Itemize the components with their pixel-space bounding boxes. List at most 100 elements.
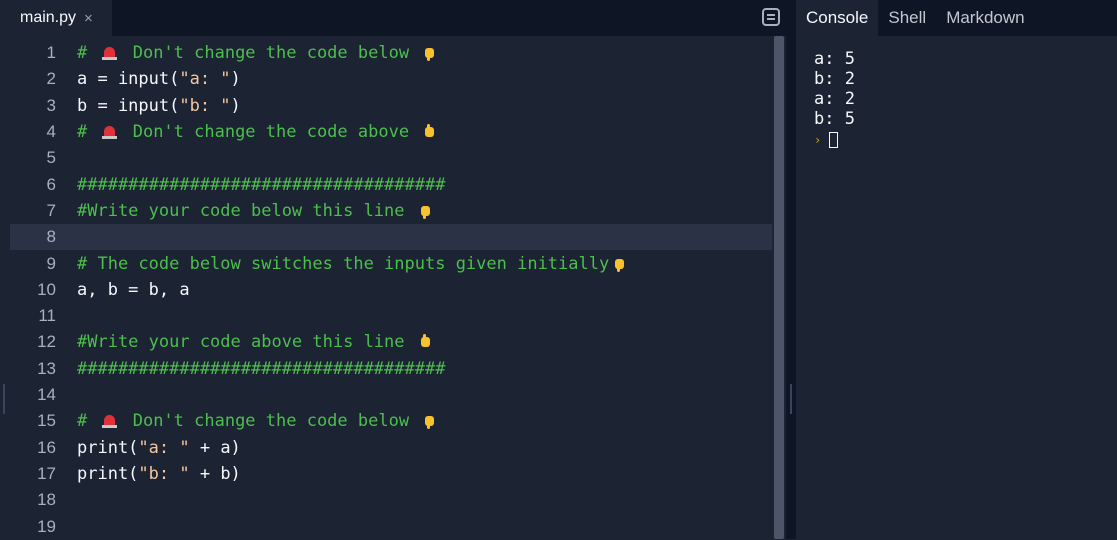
line-source: b = input("b: ") xyxy=(77,96,241,116)
line-source: # Don't change the code below xyxy=(77,43,439,63)
code-token: # xyxy=(77,411,98,432)
line-source: #################################### xyxy=(77,359,445,379)
code-line[interactable]: 18 xyxy=(10,487,772,513)
code-line[interactable]: 8 xyxy=(10,224,772,251)
line-number: 13 xyxy=(37,358,56,378)
code-token: a = input( xyxy=(77,69,180,90)
console-output-line: a: 5 xyxy=(814,49,855,69)
code-line[interactable]: 1 # Don't change the code below xyxy=(10,40,772,66)
code-line[interactable]: 9 # The code below switches the inputs gi… xyxy=(10,250,772,276)
line-number: 8 xyxy=(46,227,56,247)
line-number: 2 xyxy=(46,69,56,89)
line-number: 16 xyxy=(37,437,56,457)
line-source: # Don't change the code above xyxy=(77,122,439,142)
line-source: print("b: " + b) xyxy=(77,464,241,484)
tab-console[interactable]: Console xyxy=(796,0,879,36)
code-line[interactable]: 13 #################################### xyxy=(10,356,772,382)
code-line[interactable]: 11 xyxy=(10,303,772,329)
code-line[interactable]: 3 b = input("b: ") xyxy=(10,93,772,119)
line-source: #Write your code below this line xyxy=(77,201,435,221)
code-token: ) xyxy=(230,95,241,116)
console-cursor[interactable] xyxy=(829,132,839,148)
editor-tab-bar: main.py × xyxy=(10,0,786,36)
line-number: 17 xyxy=(37,463,56,483)
line-source: a = input("a: ") xyxy=(77,69,241,89)
code-token: + b) xyxy=(189,463,241,484)
close-icon[interactable]: × xyxy=(84,10,93,27)
code-line[interactable]: 12 #Write your code above this line xyxy=(10,329,772,355)
console-output[interactable]: a: 5 b: 2 a: 2 b: 5 › xyxy=(814,49,855,151)
line-number: 11 xyxy=(38,306,56,326)
code-line[interactable]: 10 a, b = b, a xyxy=(10,277,772,303)
console-pane: Console Shell Markdown a: 5 b: 2 a: 2 b: 5 › xyxy=(796,0,1117,539)
code-editor[interactable]: 1 # Don't change the code below 2 a = inpu… xyxy=(10,36,772,539)
editor-scrollbar[interactable] xyxy=(772,36,786,539)
code-token: #Write your code below this line xyxy=(77,200,415,221)
rotating-light-icon xyxy=(101,46,118,61)
line-source: print("a: " + a) xyxy=(77,438,241,458)
code-token: Don't change the code below xyxy=(122,411,420,432)
code-line[interactable]: 5 xyxy=(10,145,772,171)
code-token: # The code below switches the inputs giv… xyxy=(77,253,610,274)
code-token: "b: " xyxy=(179,95,231,116)
editor-scrollbar-thumb[interactable] xyxy=(774,36,784,539)
code-token: "b: " xyxy=(138,463,190,484)
code-token: b = input( xyxy=(77,95,180,116)
line-number: 14 xyxy=(37,385,56,405)
line-number: 12 xyxy=(37,332,56,352)
pointing-up-hand-icon xyxy=(423,124,435,140)
tab-main-py[interactable]: main.py × xyxy=(10,0,112,36)
code-line[interactable]: 2 a = input("a: ") xyxy=(10,66,772,92)
code-token: #Write your code above this line xyxy=(77,332,415,353)
code-token: print( xyxy=(77,463,139,484)
pointing-down-hand-icon xyxy=(613,256,625,272)
code-token: "a: " xyxy=(138,437,190,458)
line-number: 3 xyxy=(46,95,56,115)
editor-menu-icon[interactable] xyxy=(762,8,780,26)
code-token: Don't change the code above xyxy=(122,122,420,143)
tab-markdown[interactable]: Markdown xyxy=(936,0,1034,36)
line-number: 7 xyxy=(46,200,56,220)
line-source: # The code below switches the inputs giv… xyxy=(77,254,629,274)
console-output-line: a: 2 xyxy=(814,89,855,109)
console-output-line: b: 5 xyxy=(814,109,855,129)
line-number: 15 xyxy=(37,411,56,431)
line-number: 6 xyxy=(46,174,56,194)
pointing-up-hand-icon xyxy=(419,334,431,350)
line-number: 4 xyxy=(46,122,56,142)
code-token: + a) xyxy=(189,437,241,458)
rotating-light-icon xyxy=(101,125,118,140)
line-source: a, b = b, a xyxy=(77,280,190,300)
console-prompt[interactable]: › xyxy=(814,129,855,151)
code-token: # xyxy=(77,122,98,143)
code-line[interactable]: 6 #################################### xyxy=(10,172,772,198)
code-line[interactable]: 7 #Write your code below this line xyxy=(10,198,772,224)
line-number: 1 xyxy=(46,43,56,63)
code-token: # xyxy=(77,43,98,64)
code-line[interactable]: 15 # Don't change the code below xyxy=(10,408,772,434)
console-tab-bar: Console Shell Markdown xyxy=(796,0,1117,36)
code-line[interactable]: 16 print("a: " + a) xyxy=(10,435,772,461)
pane-divider[interactable] xyxy=(786,0,796,539)
left-edge-gutter xyxy=(0,0,10,539)
pointing-down-hand-icon xyxy=(423,413,435,430)
code-token: Don't change the code below xyxy=(122,43,420,64)
line-source: #################################### xyxy=(77,175,445,195)
line-source: # Don't change the code below xyxy=(77,411,439,431)
code-line[interactable]: 19 xyxy=(10,513,772,539)
left-resize-handle[interactable] xyxy=(3,384,5,414)
editor-pane: main.py × 1 # Don't change the code below… xyxy=(10,0,786,539)
pane-resize-handle[interactable] xyxy=(790,384,792,414)
code-token: #################################### xyxy=(77,358,446,379)
file-tab-label: main.py xyxy=(20,9,77,26)
rotating-light-icon xyxy=(101,414,118,429)
pointing-down-hand-icon xyxy=(419,203,431,219)
code-line[interactable]: 14 xyxy=(10,382,772,408)
code-token: a, b = b, a xyxy=(77,279,190,300)
code-token: ) xyxy=(230,69,241,90)
code-line[interactable]: 4 # Don't change the code above xyxy=(10,119,772,145)
line-number: 19 xyxy=(37,516,56,536)
code-token: #################################### xyxy=(77,174,446,195)
code-line[interactable]: 17 print("b: " + b) xyxy=(10,461,772,487)
tab-shell[interactable]: Shell xyxy=(878,0,936,36)
